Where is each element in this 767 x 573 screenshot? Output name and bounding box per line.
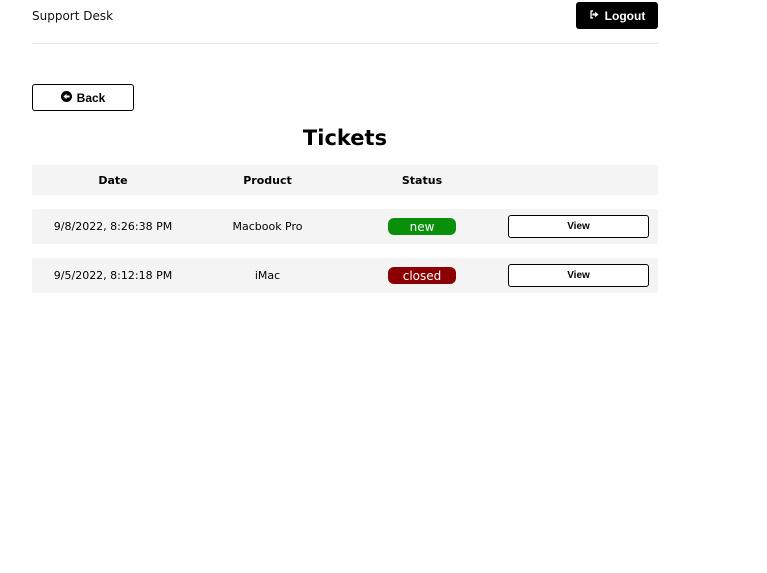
arrow-circle-left-icon <box>60 90 72 105</box>
view-ticket-button[interactable]: View <box>508 215 649 238</box>
ticket-product: iMac <box>254 269 281 282</box>
status-badge: closed <box>388 267 456 284</box>
table-row: 9/8/2022, 8:26:38 PM Macbook Pro new Vie… <box>32 209 658 244</box>
status-badge: new <box>388 218 456 235</box>
status-cell: new <box>345 209 499 244</box>
table-header: Date Product Status <box>32 165 658 195</box>
logout-label: Logout <box>604 8 646 23</box>
sign-out-icon <box>589 9 600 23</box>
action-cell: View <box>499 209 658 244</box>
view-ticket-button[interactable]: View <box>508 264 649 287</box>
column-header-status: Status <box>401 173 443 187</box>
page-title: Tickets <box>302 126 388 150</box>
brand-link[interactable]: Support Desk <box>32 9 113 23</box>
ticket-product: Macbook Pro <box>232 220 303 233</box>
status-cell: closed <box>345 258 499 293</box>
ticket-date: 9/5/2022, 8:12:18 PM <box>53 269 173 282</box>
back-button[interactable]: Back <box>32 84 134 111</box>
action-cell: View <box>499 258 658 293</box>
header: Support Desk Logout <box>32 0 658 44</box>
column-header-action <box>499 165 658 195</box>
back-label: Back <box>76 90 106 105</box>
logout-button[interactable]: Logout <box>576 2 658 29</box>
table-row: 9/5/2022, 8:12:18 PM iMac closed View <box>32 258 658 293</box>
column-header-date: Date <box>98 173 128 187</box>
column-header-product: Product <box>243 173 292 187</box>
ticket-date: 9/8/2022, 8:26:38 PM <box>53 220 173 233</box>
